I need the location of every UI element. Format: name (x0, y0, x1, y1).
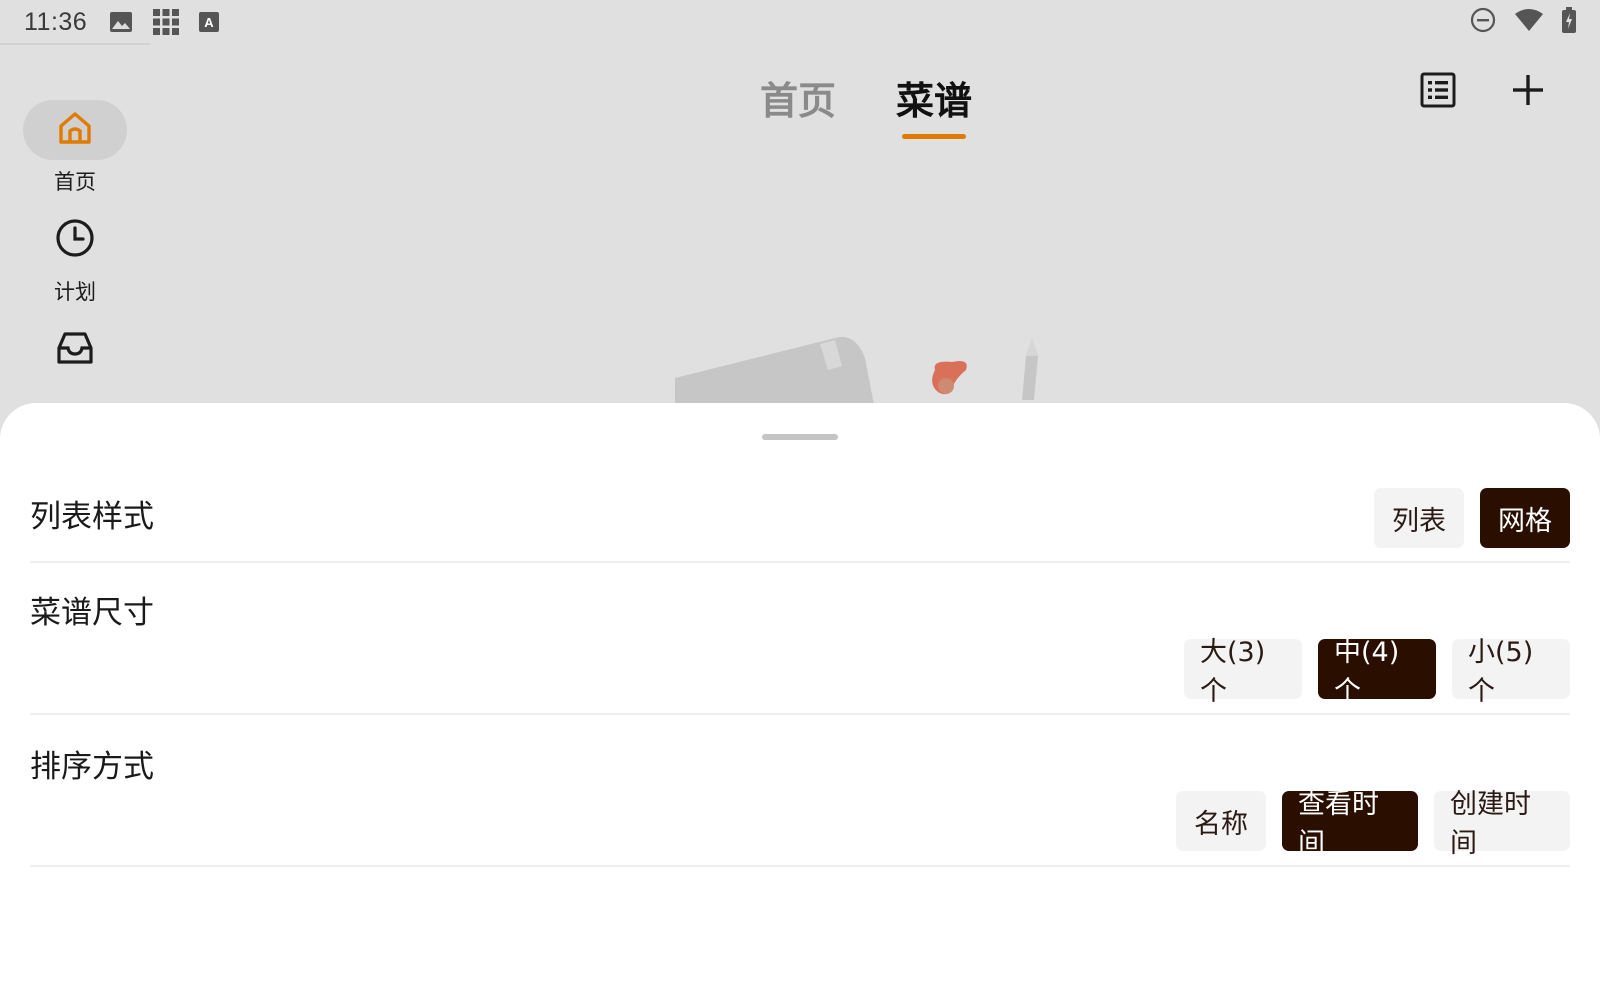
nav-icon-container (23, 100, 127, 160)
tab-home[interactable]: 首页 (760, 70, 836, 139)
top-tabs: 首页 菜谱 (760, 70, 972, 139)
status-divider (0, 43, 150, 45)
font-a-icon: A (199, 12, 220, 32)
option-list[interactable]: 列表 (1374, 488, 1464, 548)
chip-group-list-style: 列表 网格 (1374, 488, 1570, 548)
status-time: 11:36 (24, 7, 88, 36)
nav-item-home[interactable]: 首页 (0, 100, 150, 196)
setting-row-list-style: 列表样式 列表 网格 (30, 463, 1570, 563)
option-grid[interactable]: 网格 (1480, 488, 1570, 548)
battery-charging-icon (1562, 6, 1576, 38)
top-actions (1418, 72, 1548, 112)
option-size-small[interactable]: 小(5)个 (1452, 637, 1570, 707)
option-sort-view-time[interactable]: 查看时间 (1282, 789, 1418, 859)
nav-item-plan[interactable]: 计划 (0, 210, 150, 306)
nav-item-inbox[interactable] (0, 320, 150, 380)
setting-title-sort-order: 排序方式 (30, 749, 154, 785)
tab-active-indicator (902, 134, 967, 139)
add-button[interactable] (1508, 72, 1548, 112)
nav-label-plan: 计划 (54, 280, 96, 304)
nav-icon-container (23, 210, 127, 270)
tab-recipes-label: 菜谱 (896, 79, 973, 123)
tab-recipes[interactable]: 菜谱 (896, 70, 972, 139)
tab-home-label: 首页 (760, 79, 837, 123)
inbox-icon (56, 330, 94, 370)
chip-group-recipe-size: 大(3)个 中(4)个 小(5)个 (1184, 637, 1570, 707)
view-options-sheet: 列表样式 列表 网格 菜谱尺寸 大(3)个 中(4)个 小(5)个 排序方式 名… (0, 403, 1600, 1000)
sheet-drag-handle[interactable] (762, 434, 838, 440)
option-sort-name[interactable]: 名称 (1176, 791, 1266, 851)
status-bar: 11:36 A (0, 0, 1600, 44)
wifi-icon (1514, 8, 1544, 37)
setting-title-recipe-size: 菜谱尺寸 (30, 595, 154, 631)
svg-text:A: A (205, 15, 215, 30)
add-icon (1511, 73, 1545, 111)
list-view-icon (1420, 72, 1456, 112)
setting-row-recipe-size: 菜谱尺寸 大(3)个 中(4)个 小(5)个 (30, 563, 1570, 715)
option-size-large[interactable]: 大(3)个 (1184, 637, 1302, 707)
clock-icon (55, 218, 95, 262)
image-icon (109, 11, 133, 33)
setting-title-list-style: 列表样式 (30, 499, 154, 535)
empty-state-illustration (670, 330, 1070, 410)
home-icon (57, 110, 93, 150)
option-size-medium[interactable]: 中(4)个 (1318, 637, 1436, 707)
do-not-disturb-icon (1470, 7, 1496, 38)
nav-label-home: 首页 (54, 170, 96, 194)
option-sort-create-time[interactable]: 创建时间 (1434, 789, 1570, 859)
chip-group-sort-order: 名称 查看时间 创建时间 (1176, 789, 1570, 859)
list-view-button[interactable] (1418, 72, 1458, 112)
setting-row-sort-order: 排序方式 名称 查看时间 创建时间 (30, 715, 1570, 867)
nav-icon-container (23, 320, 127, 380)
nav-rail: 首页 计划 (0, 100, 150, 394)
grid-apps-icon (153, 9, 180, 35)
